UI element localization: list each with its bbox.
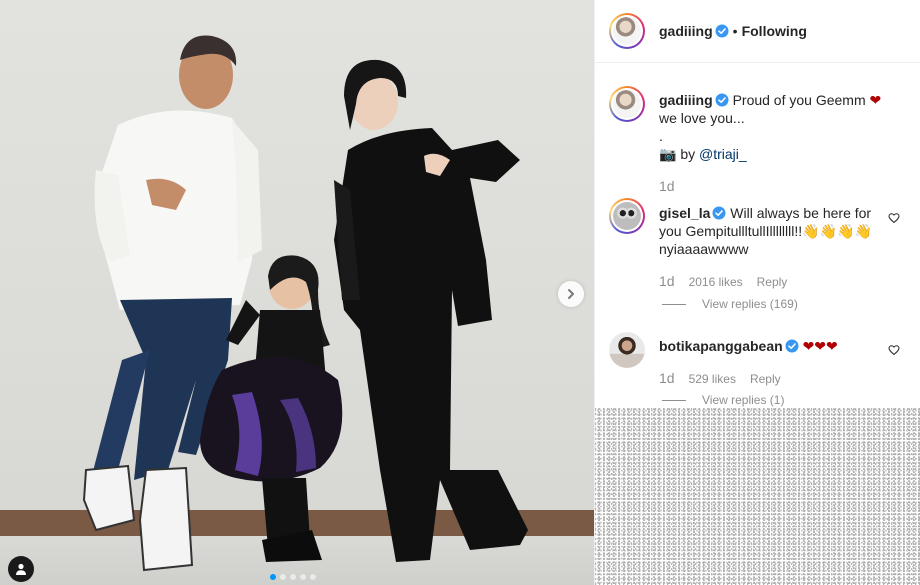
commenter-avatar[interactable] <box>609 332 645 368</box>
view-replies-line <box>662 303 686 305</box>
carousel-dot <box>310 574 316 580</box>
author-username[interactable]: gadiiing <box>659 23 713 39</box>
comment-timestamp[interactable]: 1d <box>659 369 675 387</box>
view-replies-button[interactable]: View replies (169) <box>662 297 798 311</box>
comment-username[interactable]: botikapanggabean <box>659 338 783 354</box>
carousel-dot-active <box>270 574 276 580</box>
post-photo[interactable] <box>0 0 594 585</box>
carousel-dot <box>300 574 306 580</box>
caption-username[interactable]: gadiiing <box>659 92 713 108</box>
next-photo-button[interactable] <box>558 281 584 307</box>
post-caption: gadiiing Proud of you Geemm ❤ we love yo… <box>609 86 893 195</box>
caption-timestamp[interactable]: 1d <box>659 177 675 195</box>
comment-username[interactable]: gisel_la <box>659 205 710 221</box>
comment-text-wrap: botikapanggabean ❤❤❤ <box>659 337 893 355</box>
man-figure <box>82 35 262 572</box>
carousel-dot <box>290 574 296 580</box>
carousel-dot <box>280 574 286 580</box>
verified-badge-icon <box>715 93 729 107</box>
caption-text: gadiiing Proud of you Geemm ❤ we love yo… <box>659 91 893 163</box>
post-side-panel: gadiiing • Following gadiiing Proud of y… <box>594 0 920 585</box>
photo-credit-prefix: 📷 by <box>659 146 699 162</box>
caption-line-2: we love you... <box>659 110 745 126</box>
follow-separator: • <box>732 23 738 39</box>
carousel-indicator <box>270 574 316 580</box>
comment-reply-button[interactable]: Reply <box>757 273 788 291</box>
verified-badge-icon <box>785 339 799 353</box>
user-tag-icon <box>16 563 26 575</box>
comment-likes[interactable]: 529 likes <box>689 370 736 388</box>
obscured-comments-area <box>595 408 920 585</box>
commenter-avatar[interactable] <box>609 198 645 234</box>
heart-outline-icon[interactable] <box>888 344 900 356</box>
comment-reply-button[interactable]: Reply <box>750 370 781 388</box>
post-header: gadiiing • Following <box>595 0 920 63</box>
photo-people-illustration <box>82 35 528 572</box>
comment-likes[interactable]: 2016 likes <box>689 273 743 291</box>
verified-badge-icon <box>712 206 726 220</box>
comment-item: gisel_la Will always be here for you Gem… <box>609 198 893 291</box>
woman-figure <box>334 59 528 562</box>
caption-line-3: . <box>659 128 663 144</box>
heart-emoji: ❤ <box>869 92 882 108</box>
heart-outline-icon[interactable] <box>888 212 900 224</box>
view-replies-line <box>662 399 686 401</box>
tagged-users-button[interactable] <box>8 556 34 582</box>
caption-line-1: Proud of you Geemm <box>732 92 866 108</box>
comment-text: ❤❤❤ <box>802 338 838 354</box>
caption-avatar[interactable] <box>609 86 645 122</box>
view-replies-label: View replies (169) <box>702 297 798 311</box>
view-replies-button[interactable]: View replies (1) <box>662 393 784 407</box>
following-button[interactable]: Following <box>742 23 807 39</box>
author-avatar[interactable] <box>609 13 645 49</box>
comment-timestamp[interactable]: 1d <box>659 272 675 290</box>
comment-text-wrap: gisel_la Will always be here for you Gem… <box>659 204 893 258</box>
chevron-right-icon <box>568 289 574 299</box>
photo-credit-link[interactable]: @triaji_ <box>699 146 747 162</box>
comment-item: botikapanggabean ❤❤❤ 1d 529 likes Reply <box>609 332 893 388</box>
verified-badge-icon <box>715 24 729 38</box>
view-replies-label: View replies (1) <box>702 393 785 407</box>
